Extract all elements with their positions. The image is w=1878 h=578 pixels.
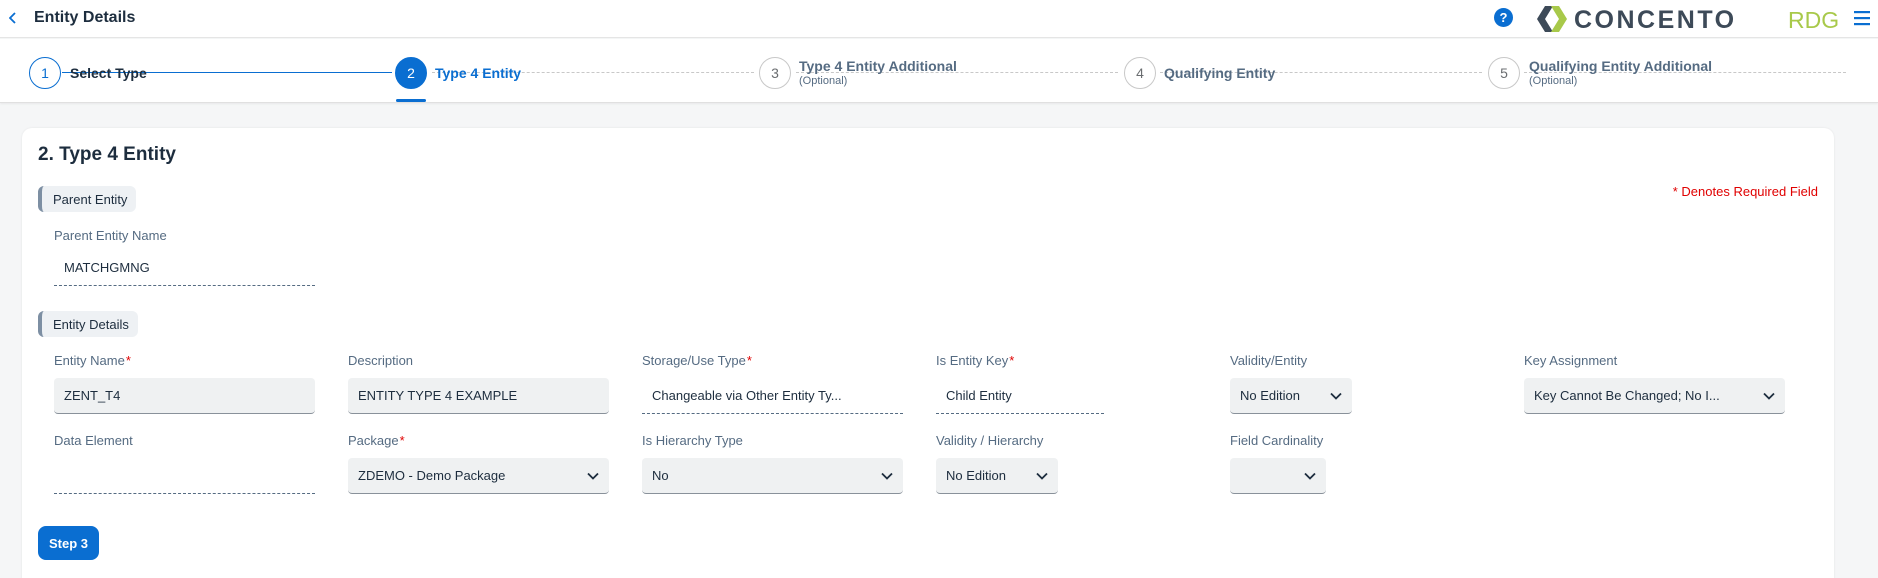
help-icon[interactable]: ? [1494,8,1513,27]
page-title: Entity Details [34,9,136,26]
validity-entity-value: No Edition [1240,388,1300,403]
chevron-down-icon [881,472,893,480]
wizard-step-5-circle[interactable]: 5 [1488,57,1520,89]
wizard-step-5-label[interactable]: Qualifying Entity Additional (Optional) [1529,58,1712,87]
parent-entity-name-label: Parent Entity Name [54,228,167,243]
wizard-step-3-label[interactable]: Type 4 Entity Additional (Optional) [799,58,957,87]
parent-entity-group-title: Parent Entity [38,186,137,212]
key-assignment-label: Key Assignment [1524,353,1618,368]
wizard-step-4-label[interactable]: Qualifying Entity [1164,65,1275,81]
wizard-progress-bar: 1 Select Type 2 Type 4 Entity 3 Type 4 E… [0,39,1878,103]
parent-entity-name-value: MATCHGMNG [54,250,315,286]
entity-name-input[interactable]: ZENT_T4 [54,378,315,414]
chevron-down-icon [1304,472,1316,480]
wizard-step-1-circle[interactable]: 1 [29,57,61,89]
wizard-step-1-label[interactable]: Select Type [70,65,147,81]
description-label: Description [348,353,414,368]
logo-brand-text: CONCENTO [1574,6,1737,34]
chevron-left-icon [9,12,16,24]
hamburger-menu-icon[interactable] [1852,8,1872,28]
section-title: 2. Type 4 Entity [38,144,176,165]
wizard-step-5-optional: (Optional) [1529,75,1578,87]
required-field-note: * Denotes Required Field [1672,184,1818,199]
data-element-label: Data Element [54,433,133,448]
form-card: 2. Type 4 Entity * Denotes Required Fiel… [22,128,1834,578]
field-cardinality-label: Field Cardinality [1230,433,1324,448]
wizard-step-5-title: Qualifying Entity Additional [1529,58,1713,74]
entity-details-group-title: Entity Details [38,311,138,337]
description-input[interactable]: ENTITY TYPE 4 EXAMPLE [348,378,609,414]
is-entity-key-value: Child Entity [936,378,1104,414]
validity-hierarchy-label: Validity / Hierarchy [936,433,1044,448]
key-assignment-select[interactable]: Key Cannot Be Changed; No I... [1524,378,1785,414]
validity-hierarchy-value: No Edition [946,468,1006,483]
chevron-down-icon [1330,392,1342,400]
wizard-step-3-circle[interactable]: 3 [759,57,791,89]
chevron-down-icon [1763,392,1775,400]
key-assignment-value: Key Cannot Be Changed; No I... [1534,388,1720,403]
entity-name-label: Entity Name* [54,353,131,368]
data-element-value [54,458,315,494]
storage-use-type-label: Storage/Use Type* [642,353,752,368]
storage-use-type-value: Changeable via Other Entity Ty... [642,378,903,414]
app-header: Entity Details ? CONCENTO RDG [0,0,1878,38]
is-hierarchy-type-label: Is Hierarchy Type [642,433,743,448]
wizard-step-3-title: Type 4 Entity Additional [799,58,957,74]
package-value: ZDEMO - Demo Package [358,468,506,483]
validity-entity-label: Validity/Entity [1230,353,1308,368]
concento-rdg-logo: CONCENTO RDG [1537,6,1839,34]
validity-hierarchy-select[interactable]: No Edition [936,458,1058,494]
step-3-button[interactable]: Step 3 [38,526,100,560]
back-button[interactable] [2,6,24,30]
is-hierarchy-type-value: No [652,468,669,483]
wizard-step-2-label[interactable]: Type 4 Entity [435,65,521,81]
is-hierarchy-type-select[interactable]: No [642,458,903,494]
wizard-step-3-optional: (Optional) [799,75,848,87]
field-cardinality-select[interactable] [1230,458,1326,494]
is-entity-key-label: Is Entity Key* [936,353,1015,368]
package-label: Package* [348,433,405,448]
validity-entity-select[interactable]: No Edition [1230,378,1352,414]
wizard-step-4-circle[interactable]: 4 [1124,57,1156,89]
chevron-down-icon [1036,472,1048,480]
logo-suffix-text: RDG [1788,7,1839,33]
package-select[interactable]: ZDEMO - Demo Package [348,458,609,494]
active-step-indicator [396,99,426,102]
wizard-step-2-circle[interactable]: 2 [395,57,427,89]
chevron-down-icon [587,472,599,480]
